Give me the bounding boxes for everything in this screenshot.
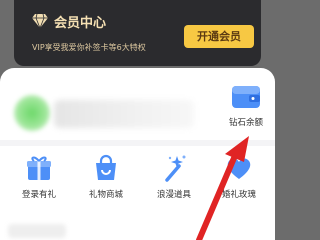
- heart-icon: [227, 158, 251, 179]
- diamond-icon: [32, 14, 48, 28]
- blurred-content: [8, 224, 66, 238]
- open-vip-button[interactable]: 开通会员: [184, 25, 254, 48]
- wallet-icon: [232, 86, 260, 108]
- grid-item-label: 婚礼玫瑰: [221, 190, 256, 200]
- diamond-balance-button[interactable]: 钻石余额: [220, 82, 272, 128]
- divider: [0, 140, 275, 146]
- username-blurred: [54, 100, 194, 128]
- vip-card[interactable]: 会员中心 VIP享受我爱你补签卡等6大特权 开通会员: [14, 0, 261, 66]
- avatar[interactable]: [14, 95, 50, 131]
- gift-icon: [27, 156, 51, 180]
- vip-title: 会员中心: [54, 16, 107, 31]
- diamond-balance-label: 钻石余额: [228, 118, 263, 128]
- grid-item-wedding-rose[interactable]: 婚礼玫瑰: [208, 154, 270, 200]
- grid-item-romance-props[interactable]: 浪漫道具: [143, 154, 205, 200]
- grid-item-label: 浪漫道具: [156, 190, 191, 200]
- shopping-bag-icon: [96, 154, 116, 180]
- grid-item-label: 登录有礼: [21, 190, 56, 200]
- grid-item-gift-shop[interactable]: 礼物商城: [75, 154, 137, 200]
- grid-item-label: 礼物商城: [88, 190, 123, 200]
- magic-wand-icon: [165, 155, 186, 182]
- grid-item-login-gift[interactable]: 登录有礼: [8, 154, 70, 200]
- main-card: 钻石余额 登录有礼 礼物商城 浪漫道具 婚礼玫瑰: [0, 68, 275, 240]
- vip-subtitle: VIP享受我爱你补签卡等6大特权: [32, 43, 146, 52]
